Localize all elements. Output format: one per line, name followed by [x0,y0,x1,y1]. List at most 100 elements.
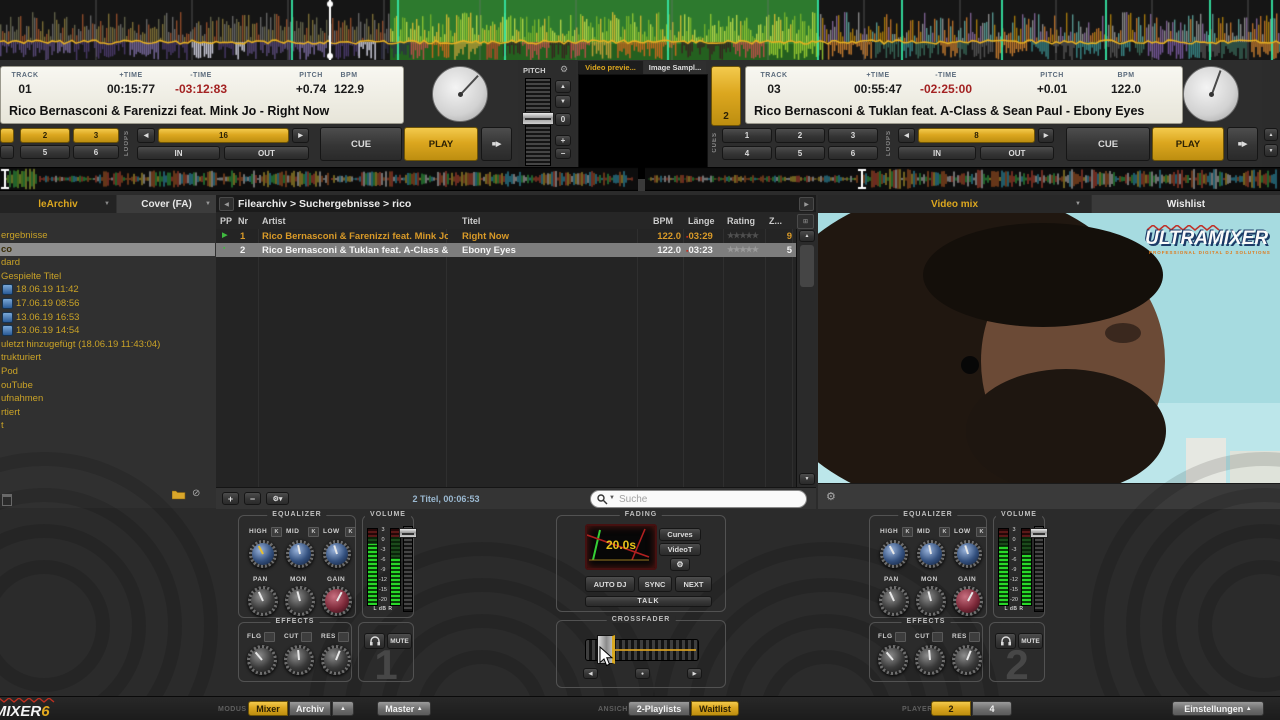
deck1-play-button[interactable]: PLAY [404,127,478,161]
sidebar-item[interactable]: co [0,243,215,256]
column-header[interactable]: Artist [262,216,286,226]
fx-cut-knob[interactable] [284,645,314,675]
remove-track-button[interactable]: − [244,492,261,505]
deck1-cue-5[interactable]: 5 [20,145,70,159]
deck1-loop-inc-button[interactable]: ▶ [292,128,309,143]
deck2-stop-next-button[interactable]: ■▶ [1227,127,1258,161]
column-header[interactable]: PP [220,216,232,226]
fx-toggle[interactable] [338,632,349,642]
sidebar-item[interactable]: ouTube [0,379,215,392]
talk-button[interactable]: TALK [585,596,712,607]
mon-knob[interactable] [285,586,315,616]
sidebar-item[interactable]: 18.06.19 11:42 [0,283,215,296]
fade-settings-button[interactable]: ⚙ [670,558,690,571]
deck2-cue-1[interactable]: 1 [722,128,772,143]
kill-toggle[interactable]: K [345,527,356,537]
player-2-button[interactable]: 2 [931,701,971,716]
tab-file-archive[interactable]: leArchiv ▼ [0,195,116,213]
view-waitlist-button[interactable]: Waitlist [691,701,739,716]
gear-icon[interactable]: ⚙ [560,64,568,75]
column-header[interactable]: Länge [688,216,715,226]
eq-mid-knob[interactable] [286,540,314,568]
deck2-cue-4[interactable]: 4 [722,146,772,160]
view-playlists-button[interactable]: 2-Playlists [628,701,690,716]
pitch-up-button[interactable]: ▲ [1264,128,1278,141]
tab-video-mix[interactable]: Video mix ▼ [818,195,1091,213]
pitch-down-button[interactable]: ▼ [555,95,571,108]
search-box[interactable]: ▼ Suche [590,490,807,508]
search-input[interactable]: Suche [619,494,647,505]
mon-knob[interactable] [916,586,946,616]
eq-high-knob[interactable] [880,540,908,568]
gain-knob[interactable] [953,586,983,616]
deck2-loop-length-button[interactable]: 8 [918,128,1035,143]
deck2-cue-6[interactable]: 6 [828,146,878,160]
sync-button[interactable]: SYNC [638,576,672,592]
scroll-down-button[interactable]: ▼ [799,473,815,485]
deck1-cue-6[interactable]: 6 [73,145,119,159]
volume-fader-handle[interactable] [399,528,417,538]
column-header[interactable]: Titel [462,216,480,226]
tab-cover[interactable]: Cover (FA) ▼ [117,195,216,213]
gear-icon[interactable]: ⚙ [826,490,836,503]
kill-toggle[interactable]: K [308,527,319,537]
sidebar-item[interactable]: 17.06.19 08:56 [0,297,215,310]
fx-flg-knob[interactable] [878,645,908,675]
sidebar-item[interactable]: Pod [0,365,215,378]
gain-knob[interactable] [322,586,352,616]
pitch-down-button[interactable]: ▼ [1264,144,1278,157]
master-waveform[interactable] [0,0,1280,60]
deck1-waveform[interactable] [0,167,638,191]
master-button[interactable]: Master ▲ [377,701,431,716]
collapse-left-icon[interactable]: ◀ [219,197,234,211]
sidebar-item[interactable]: 13.06.19 16:53 [0,311,215,324]
sidebar-item[interactable]: dard [0,256,215,269]
sidebar-item[interactable]: 13.06.19 14:54 [0,324,215,337]
fx-flg-knob[interactable] [247,645,277,675]
volume-fader-right[interactable] [1034,526,1044,612]
fx-toggle[interactable] [264,632,275,642]
mode-collapse-button[interactable]: ▲ [332,701,354,716]
tab-image-sampler[interactable]: Image Sampl... [644,61,706,74]
fx-toggle[interactable] [969,632,980,642]
column-header[interactable]: BPM [653,216,673,226]
crossfade-right-button[interactable]: ▶ [687,668,702,679]
deck2-jog-wheel[interactable] [1183,66,1239,122]
collapse-right-icon[interactable]: ▶ [799,197,814,211]
deck2-cue-5[interactable]: 5 [775,146,825,160]
filter-icon[interactable]: ⊞ [797,214,814,229]
table-row[interactable]: ▪2Rico Bernasconi & Tuklan feat. A-Class… [216,243,796,257]
mode-mixer-button[interactable]: Mixer [248,701,288,716]
deck2-loop-in-button[interactable]: IN [898,146,976,160]
fx-res-knob[interactable] [952,645,982,675]
deck1-loop-dec-button[interactable]: ◀ [137,128,155,143]
column-header[interactable]: Nr [238,216,248,226]
eq-mid-knob[interactable] [917,540,945,568]
crossfade-left-button[interactable]: ◀ [583,668,598,679]
curves-button[interactable]: Curves [659,528,701,541]
deck2-cue-2[interactable]: 2 [775,128,825,143]
deck2-waveform[interactable] [645,167,1280,191]
deck1-jog-wheel[interactable] [432,66,488,122]
kill-toggle[interactable]: K [976,527,987,537]
fx-toggle[interactable] [895,632,906,642]
deck1-loop-out-button[interactable]: OUT [224,146,309,160]
table-row[interactable]: ▶1Rico Bernasconi & Farenizzi feat. Mink… [216,229,796,243]
list-settings-button[interactable]: ⚙▾ [266,492,289,505]
eq-low-knob[interactable] [954,540,982,568]
settings-button[interactable]: Einstellungen ▲ [1172,701,1264,716]
volume-fader-handle[interactable] [1030,528,1048,538]
deck1-cue-button[interactable]: CUE [320,127,402,161]
volume-fader-left[interactable] [403,526,413,612]
deck2-loop-out-button[interactable]: OUT [980,146,1054,160]
sidebar-item[interactable]: uletzt hinzugefügt (18.06.19 11:43:04) [0,338,215,351]
scrollbar-thumb[interactable] [800,245,814,287]
table-scrollbar[interactable]: ▲ ▼ [796,229,817,487]
deck1-cue-3[interactable]: 3 [73,128,119,143]
eq-low-knob[interactable] [323,540,351,568]
tab-wishlist[interactable]: Wishlist [1092,195,1280,213]
kill-toggle[interactable]: K [902,527,913,537]
deck1-loop-in-button[interactable]: IN [137,146,220,160]
fx-cut-knob[interactable] [915,645,945,675]
pan-knob[interactable] [879,586,909,616]
